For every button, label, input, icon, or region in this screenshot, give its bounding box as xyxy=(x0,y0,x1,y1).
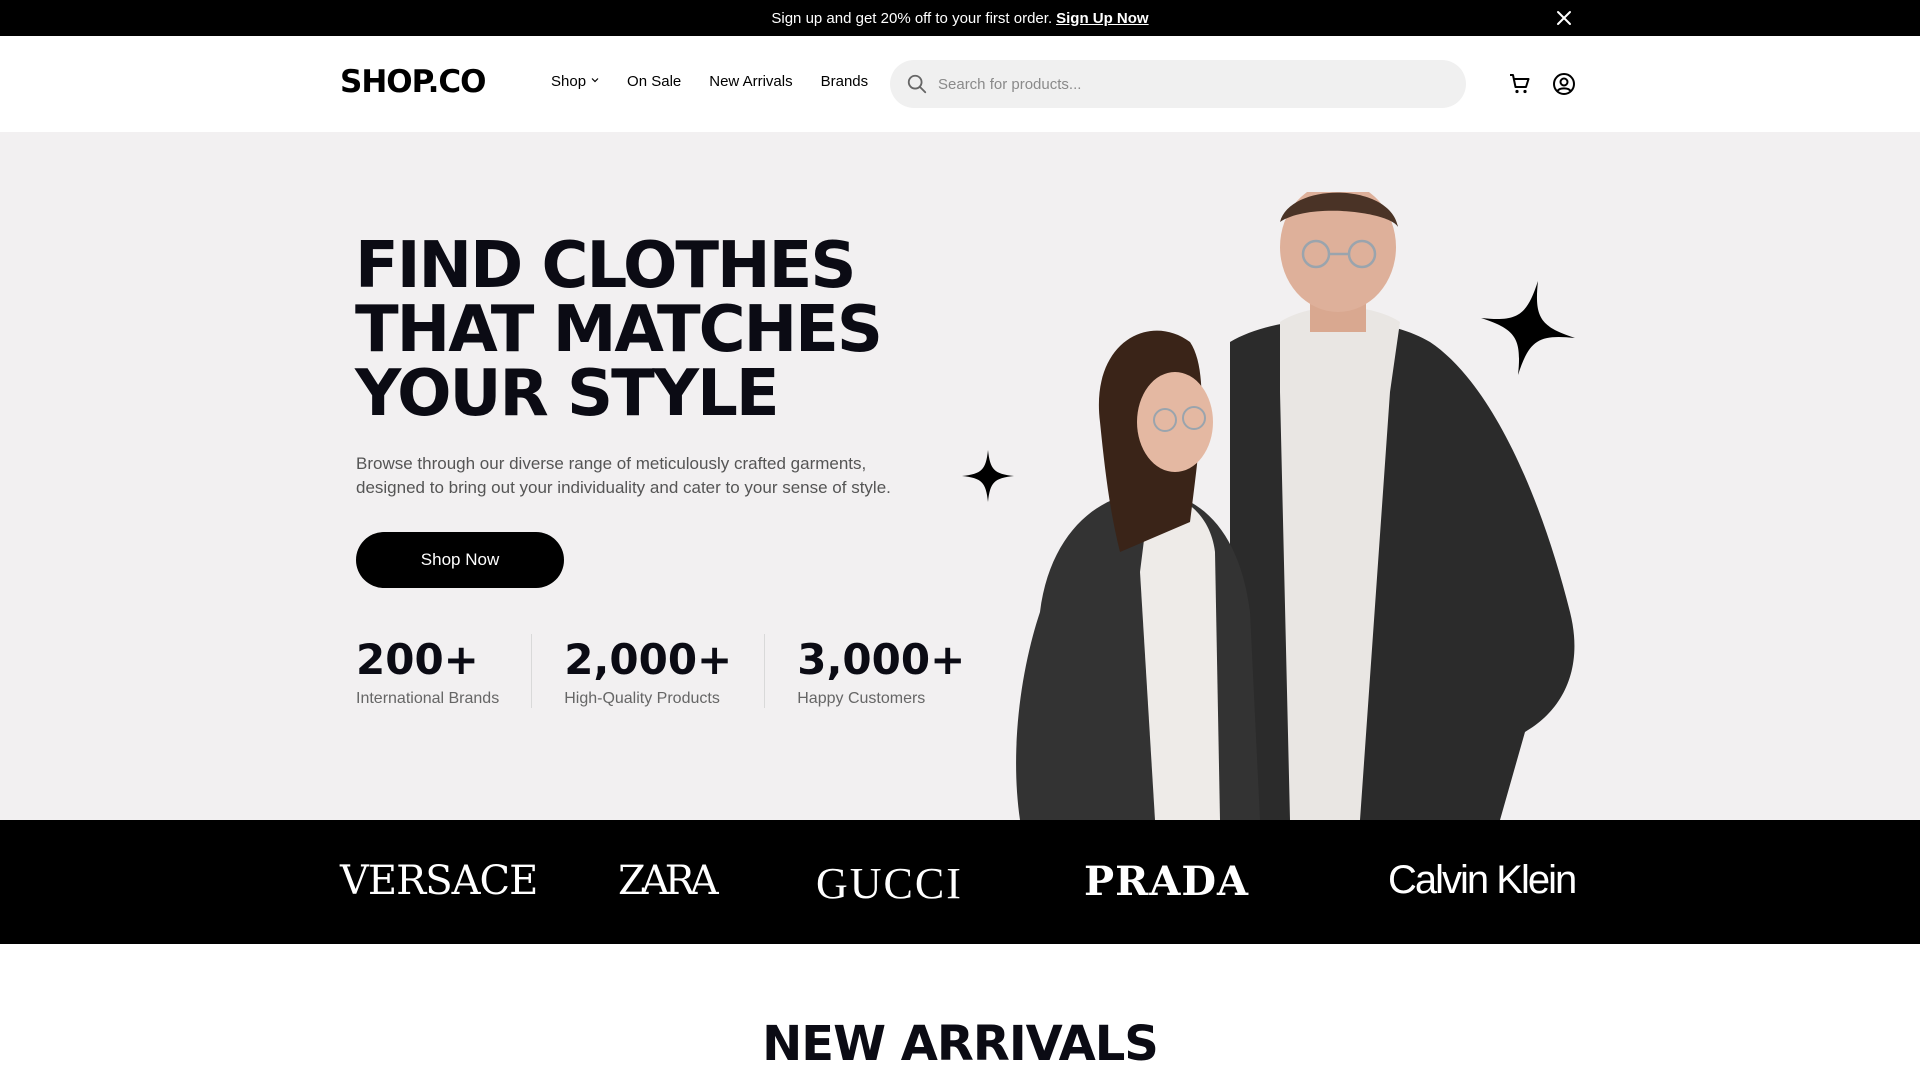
promo-bar: Sign up and get 20% off to your first or… xyxy=(0,0,1920,36)
chevron-down-icon xyxy=(591,78,599,83)
shop-now-button[interactable]: Shop Now xyxy=(356,532,564,588)
stat-value: 2,000+ xyxy=(564,635,733,684)
nav-new-arrivals[interactable]: New Arrivals xyxy=(709,73,792,90)
sign-up-link[interactable]: Sign Up Now xyxy=(1056,10,1149,27)
nav-shop[interactable]: Shop xyxy=(551,73,599,90)
stat-value: 200+ xyxy=(356,635,479,684)
stat-label: International Brands xyxy=(356,690,500,707)
section-title: NEW ARRIVALS xyxy=(762,1016,1159,1072)
stat-label: High-Quality Products xyxy=(564,690,720,707)
brand-gucci: GUCCI xyxy=(816,859,963,908)
search-input[interactable] xyxy=(938,75,1418,93)
site-header: SHOP.CO Shop On Sale New Arrivals Brands xyxy=(0,36,1920,132)
hero-stats: 200+ International Brands 2,000+ High-Qu… xyxy=(356,634,1029,708)
cart-icon[interactable] xyxy=(1508,72,1532,96)
nav-on-sale[interactable]: On Sale xyxy=(627,73,681,90)
search-bar[interactable] xyxy=(890,60,1466,108)
logo[interactable]: SHOP.CO xyxy=(340,64,487,100)
main-nav: Shop On Sale New Arrivals Brands xyxy=(551,73,868,90)
brand-zara: ZARA xyxy=(618,858,719,904)
nav-brands[interactable]: Brands xyxy=(821,73,869,90)
brands-bar: VERSACE ZARA GUCCI PRADA Calvin Klein xyxy=(0,820,1920,944)
brand-versace: VERSACE xyxy=(340,858,538,904)
stat-brands: 200+ International Brands xyxy=(356,634,533,708)
search-icon xyxy=(907,74,927,94)
stat-value: 3,000+ xyxy=(797,635,966,684)
account-icon[interactable] xyxy=(1552,72,1576,96)
close-icon[interactable] xyxy=(1554,8,1574,28)
stat-label: Happy Customers xyxy=(797,690,926,707)
brand-prada: PRADA xyxy=(1084,858,1250,905)
brand-calvin-klein: Calvin Klein xyxy=(1388,858,1577,902)
hero-subtitle: Browse through our diverse range of meti… xyxy=(356,454,891,497)
hero-section: FIND CLOTHES THAT MATCHES YOUR STYLE Bro… xyxy=(0,132,1920,820)
hero-headline: FIND CLOTHES THAT MATCHES YOUR STYLE xyxy=(355,229,883,431)
promo-text: Sign up and get 20% off to your first or… xyxy=(771,9,1053,27)
stat-customers: 3,000+ Happy Customers xyxy=(797,634,997,708)
nav-shop-label: Shop xyxy=(551,73,587,90)
stat-products: 2,000+ High-Quality Products xyxy=(564,634,766,708)
hero-models-image xyxy=(1016,192,1575,820)
